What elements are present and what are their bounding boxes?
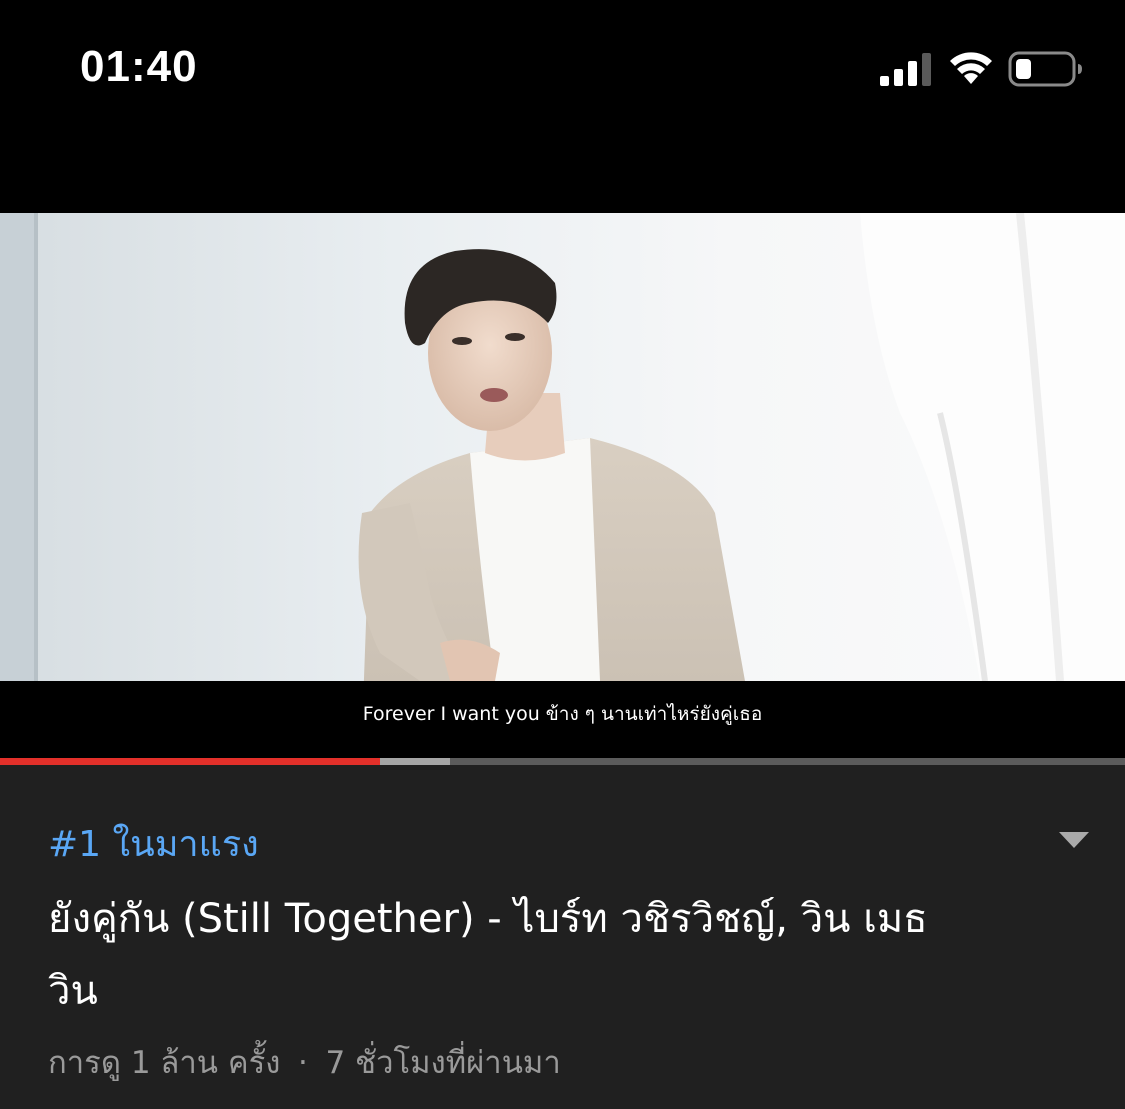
- view-count: การดู 1 ล้าน ครั้ง: [48, 1045, 281, 1081]
- video-progress-bar[interactable]: [0, 758, 1125, 765]
- chevron-down-icon[interactable]: [1058, 831, 1090, 849]
- status-time: 01:40: [80, 42, 198, 91]
- video-frame[interactable]: [0, 213, 1125, 681]
- meta-separator: ·: [297, 1045, 308, 1081]
- subtitle-band: Forever I want you ข้าง ๆ นานเท่าไหร่ยัง…: [0, 681, 1125, 758]
- progress-played: [0, 758, 381, 765]
- cellular-signal-icon: [880, 53, 931, 86]
- published-time: 7 ชั่วโมงที่ผ่านมา: [325, 1045, 561, 1081]
- battery-low-icon: [1008, 51, 1082, 87]
- subtitle-text: Forever I want you ข้าง ๆ นานเท่าไหร่ยัง…: [362, 703, 763, 725]
- phone-screen: 01:40 Forever I want you ข้าง ๆ นานเท่าไ…: [0, 0, 1125, 1109]
- video-info-panel: #1 ในมาแรง ยังคู่กัน (Still Together) - …: [0, 765, 1125, 1109]
- status-bar: 01:40: [0, 0, 1125, 140]
- video-player[interactable]: Forever I want you ข้าง ๆ นานเท่าไหร่ยัง…: [0, 213, 1125, 758]
- trending-badge[interactable]: #1 ในมาแรง: [48, 815, 259, 872]
- wifi-icon: [950, 52, 992, 84]
- video-title[interactable]: ยังคู่กัน (Still Together) - ไบร์ท วชิรว…: [48, 883, 948, 1027]
- video-metadata: การดู 1 ล้าน ครั้ง · 7 ชั่วโมงที่ผ่านมา: [48, 1037, 561, 1087]
